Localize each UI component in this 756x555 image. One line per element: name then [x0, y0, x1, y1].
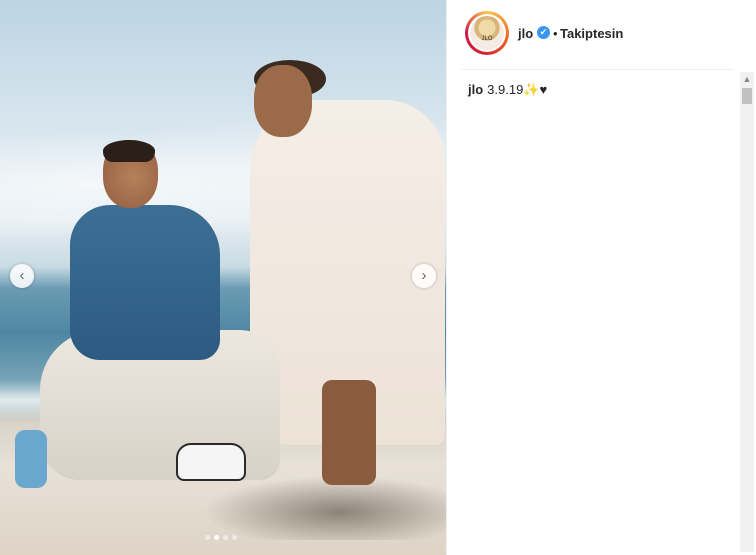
- man-hair: [103, 140, 155, 162]
- comments-scrollbar[interactable]: ▲: [740, 72, 754, 552]
- avatar-logo-text: JLO: [481, 36, 493, 42]
- avatar-image: [470, 16, 504, 50]
- avatar-story-ring[interactable]: JLO: [465, 11, 509, 55]
- header-divider: [462, 69, 734, 70]
- man-shoe-right: [176, 443, 246, 481]
- avatar[interactable]: JLO: [468, 14, 506, 52]
- man-figure: [70, 205, 220, 360]
- caption-username-link[interactable]: jlo: [468, 82, 483, 97]
- caption-text: 3.9.19✨♥: [487, 82, 548, 97]
- man-shoe-left: [15, 430, 47, 488]
- chevron-right-icon: ›: [421, 267, 427, 284]
- following-status-button[interactable]: Takiptesin: [560, 26, 623, 41]
- carousel-dot-active[interactable]: [214, 535, 219, 540]
- carousel-dot[interactable]: [205, 535, 210, 540]
- carousel-dot[interactable]: [232, 535, 237, 540]
- panel-divider: [446, 0, 447, 555]
- scroll-up-arrow-icon[interactable]: ▲: [740, 72, 754, 86]
- post-header: JLO jlo ✔ • Takiptesin: [447, 0, 756, 68]
- woman-legs: [322, 380, 376, 485]
- verified-badge-icon: ✔: [537, 26, 550, 39]
- woman-head: [254, 65, 312, 137]
- post-caption: jlo 3.9.19✨♥: [468, 82, 547, 98]
- carousel-prev-button[interactable]: ‹: [10, 264, 34, 288]
- carousel-next-button[interactable]: ›: [412, 264, 436, 288]
- scroll-thumb[interactable]: [742, 88, 752, 104]
- carousel-dot[interactable]: [223, 535, 228, 540]
- username-link[interactable]: jlo: [518, 26, 533, 41]
- header-separator: •: [553, 26, 558, 41]
- chevron-left-icon: ‹: [19, 267, 25, 284]
- post-image-carousel[interactable]: ‹ ›: [0, 0, 446, 555]
- carousel-dots: [205, 535, 237, 540]
